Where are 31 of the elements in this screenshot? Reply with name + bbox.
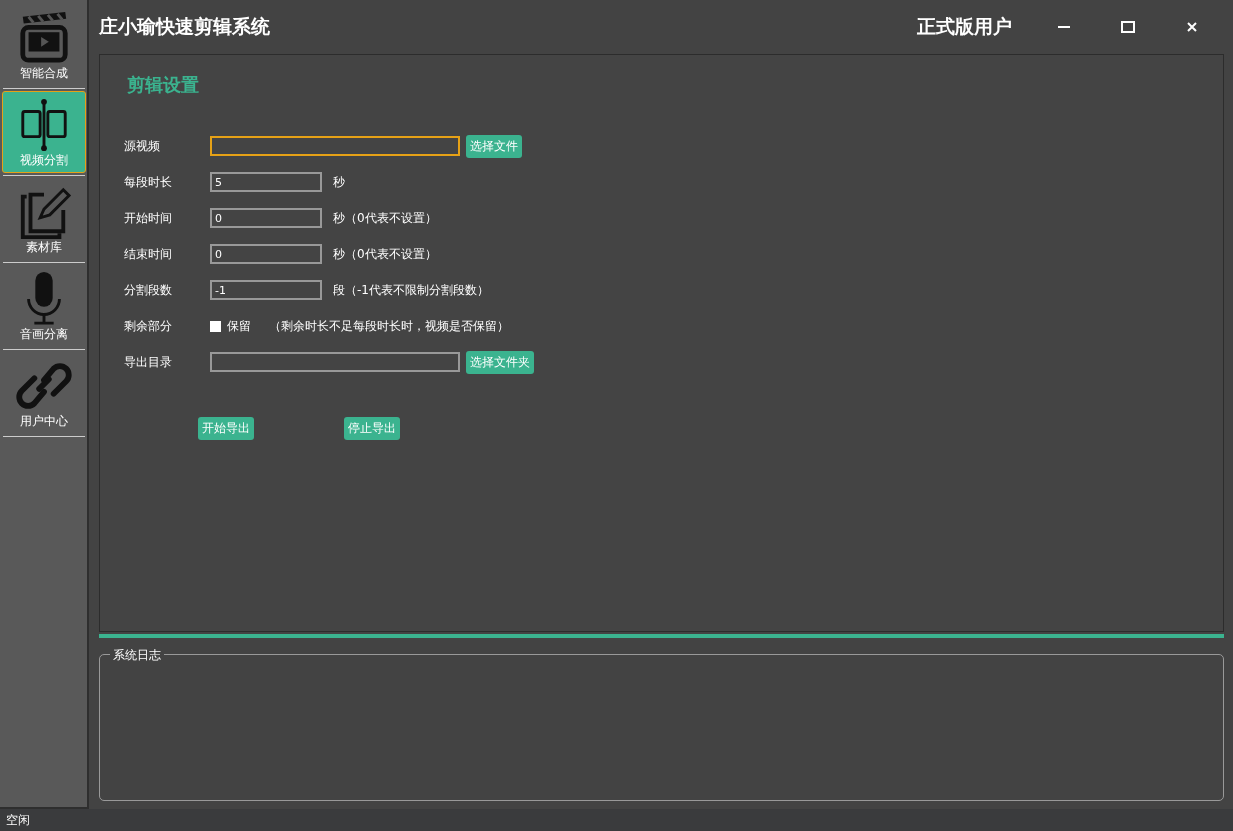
checkbox[interactable] (210, 320, 221, 332)
log-title: 系统日志 (110, 647, 164, 664)
number-field[interactable]: 0 (210, 244, 322, 264)
number-field[interactable]: -1 (210, 280, 322, 300)
unit-hint: 秒（0代表不设置） (333, 209, 437, 227)
user-label: 正式版用户 (917, 14, 1012, 39)
unit-hint: 秒 (333, 173, 345, 191)
sidebar-item[interactable]: 素材库 (1, 178, 86, 260)
field-label: 分割段数 (124, 281, 173, 299)
field-label: 开始时间 (124, 209, 173, 227)
number-field[interactable]: 5 (210, 172, 322, 192)
field-label: 导出目录 (124, 353, 173, 371)
window-title: 庄小瑜快速剪辑系统 (99, 14, 271, 39)
unit-hint: 段（-1代表不限制分割段数） (333, 281, 489, 299)
sidebar-item[interactable]: 智能合成 (1, 4, 86, 86)
field-label: 剩余部分 (124, 317, 173, 335)
option-note: （剩余时长不足每段时长时，视频是否保留） (269, 317, 509, 335)
panel-heading: 剪辑设置 (127, 73, 200, 97)
field-label: 每段时长 (124, 173, 173, 191)
sidebar-item[interactable]: 用户中心 (1, 352, 86, 434)
status-text: 空闲 (6, 811, 30, 829)
checkbox-label[interactable]: 保留 (227, 317, 251, 335)
sidebar-item[interactable]: 音画分离 (1, 265, 86, 347)
maximize-icon (1121, 20, 1135, 34)
field-label: 结束时间 (124, 245, 173, 263)
path-field[interactable] (210, 352, 460, 372)
close-icon (1185, 20, 1199, 34)
path-field[interactable] (210, 136, 460, 156)
unit-hint: 秒（0代表不设置） (333, 245, 437, 263)
number-field[interactable]: 0 (210, 208, 322, 228)
field-label: 源视频 (124, 137, 161, 155)
